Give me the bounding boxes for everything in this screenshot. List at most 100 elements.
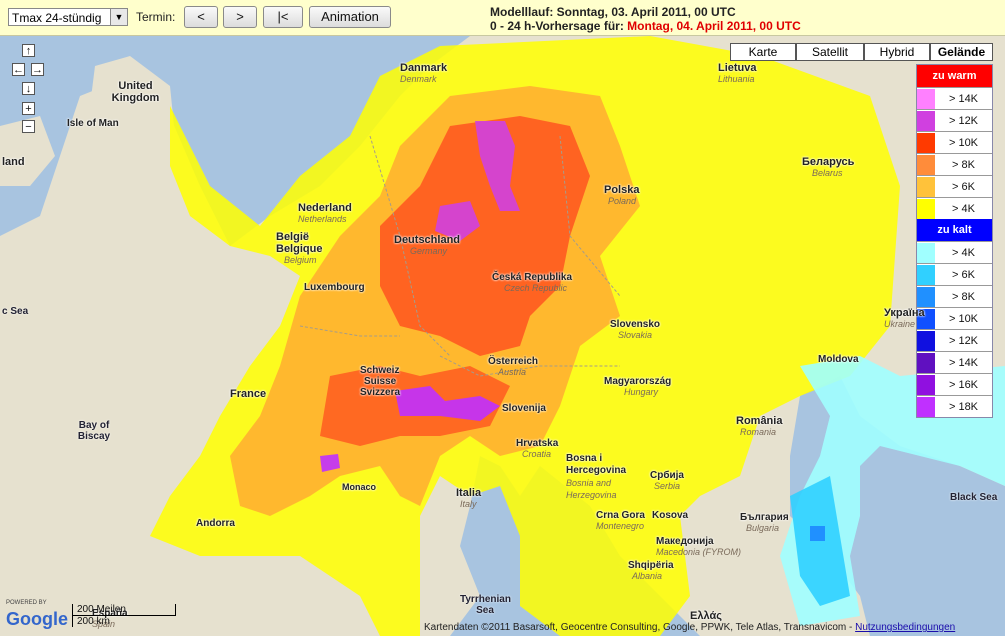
label-lietuva-sub: Lithuania [718, 74, 755, 84]
label-danmark-text: Danmark [400, 62, 448, 74]
label-srbija-text: Србија [650, 470, 684, 481]
cold-row: > 8K [917, 285, 992, 307]
label-bulgaria: България Bulgaria [740, 512, 789, 533]
label-deutschland: Deutschland Germany [394, 234, 460, 256]
chevron-down-icon[interactable]: ▼ [110, 9, 127, 25]
map-layer [0, 36, 1005, 636]
pan-left-icon[interactable]: ← [12, 63, 25, 76]
warm-row: > 4K [917, 197, 992, 219]
zoom-out-icon[interactable]: − [22, 120, 35, 133]
label-ukraine-text: Україна [884, 307, 925, 319]
label-shqiperia-text: Shqipëria [628, 560, 674, 571]
prev-button[interactable]: < [184, 6, 218, 28]
scale-miles: 200 Meilen [72, 604, 176, 616]
cold-label: > 12K [948, 334, 979, 347]
warm-row: > 12K [917, 109, 992, 131]
product-select[interactable]: Tmax 24-stündig ▼ [8, 8, 128, 26]
next-button[interactable]: > [223, 6, 257, 28]
label-nederland-text: Nederland [298, 202, 352, 214]
cold-label: > 4K [952, 246, 975, 259]
label-france: France [230, 388, 267, 400]
label-shqiperia: Shqipëria Albania [628, 560, 674, 581]
label-hrvatska: Hrvatska Croatia [516, 438, 558, 459]
label-belgique-text: Belgique [276, 243, 323, 255]
label-hrvatska-text: Hrvatska [516, 438, 559, 449]
pan-up-icon[interactable]: ↑ [22, 44, 35, 57]
label-makedonija-text: Македонија [656, 536, 714, 547]
terms-link[interactable]: Nutzungsbedingungen [855, 622, 955, 633]
label-belgie-text: België [276, 231, 310, 243]
cold-swatch [917, 242, 935, 263]
label-belarus: Беларусь Belarus [802, 156, 854, 178]
label-srbija: Србија Serbia [650, 470, 684, 491]
label-crna-gora-text: Crna Gora [596, 510, 645, 521]
cold-swatch [917, 396, 935, 417]
maptype-gelande[interactable]: Gelände [930, 43, 993, 61]
label-magyarorszag-text: Magyarország [604, 376, 672, 387]
animation-button[interactable]: Animation [309, 6, 391, 28]
label-bosnia-text: Bosna i Hercegovina [566, 453, 627, 476]
label-romania-sub: Romania [740, 427, 777, 437]
warm-swatch [917, 110, 935, 131]
zoom-in-icon[interactable]: + [22, 102, 35, 115]
maptype-hybrid[interactable]: Hybrid [864, 43, 930, 61]
warm-swatch [917, 88, 935, 109]
cold-row: > 6K [917, 263, 992, 285]
label-srbija-sub: Serbia [654, 481, 681, 491]
legend-warm-title: zu warm [917, 65, 992, 87]
cold-row: > 16K [917, 373, 992, 395]
label-montenegro-sub: Montenegro [596, 521, 645, 531]
label-nederland-sub: Netherlands [298, 214, 347, 224]
google-logo[interactable]: Google [6, 609, 68, 630]
maptype-karte[interactable]: Karte [730, 43, 796, 61]
warm-label: > 4K [952, 202, 975, 215]
label-ireland: land [2, 156, 25, 168]
map-canvas[interactable]: ↑ ← → ↓ + − Karte Satellit Hybrid Geländ… [0, 36, 1005, 636]
blue-field-deep [810, 526, 825, 541]
label-danmark: Danmark Denmark [400, 62, 447, 84]
scale-km: 200 km [72, 616, 147, 627]
cold-swatch [917, 374, 935, 395]
label-lietuva-text: Lietuva [718, 62, 757, 74]
label-osterreich-sub: Austria [498, 367, 527, 377]
label-belgium-sub: Belgium [284, 255, 317, 265]
label-hrvatska-sub: Croatia [522, 449, 552, 459]
cold-label: > 16K [948, 378, 979, 391]
label-kosova: Kosova [652, 510, 689, 521]
label-biscay: Bay of Biscay [77, 420, 111, 442]
label-andorra: Andorra [196, 518, 235, 529]
label-slovensko-text: Slovensko [610, 319, 661, 330]
run-info: Modelllauf: Sonntag, 03. April 2011, 00 … [490, 5, 801, 33]
warm-row: > 6K [917, 175, 992, 197]
label-bulgaria-sub: Bulgaria [746, 523, 780, 533]
label-romania-text: România [736, 415, 783, 427]
label-shqiperia-sub: Albania [632, 571, 663, 581]
label-deutschland-text: Deutschland [394, 234, 461, 246]
label-uk-text: United Kingdom [111, 80, 160, 104]
label-ukraine: Україна Ukraine [884, 307, 925, 329]
pan-down-icon[interactable]: ↓ [22, 82, 35, 95]
label-bulgaria-text: България [740, 512, 789, 523]
legend: zu warm > 14K > 12K > 10K > 8K > 6K > 4K zu k… [916, 64, 993, 418]
cold-swatch [917, 330, 935, 351]
label-switzerland: Schweiz Suisse Svizzera [360, 365, 400, 398]
label-slovensko-sub: Slovakia [618, 330, 653, 340]
warm-swatch [917, 132, 935, 153]
forecast-prefix: 0 - 24 h-Vorhersage für: [490, 19, 628, 33]
label-slovensko: Slovensko Slovakia [610, 319, 660, 340]
warm-label: > 8K [952, 158, 975, 171]
label-polska-sub: Poland [608, 196, 637, 206]
label-crna-gora: Crna Gora Montenegro [596, 510, 645, 531]
pan-right-icon[interactable]: → [31, 63, 44, 76]
cold-label: > 18K [948, 400, 979, 413]
label-bosnia-sub: Bosnia and Herzegovina [566, 478, 617, 500]
label-osterreich-text: Österreich [488, 356, 539, 367]
label-makedonija: Македонија Macedonia (FYROM) [656, 536, 741, 557]
first-button[interactable]: |< [263, 6, 303, 28]
cold-label: > 6K [952, 268, 975, 281]
maptype-satellit[interactable]: Satellit [796, 43, 864, 61]
forecast-date: Montag, 04. April 2011, 00 UTC [627, 19, 801, 33]
cold-row: > 10K [917, 307, 992, 329]
cold-swatch [917, 264, 935, 285]
label-polska-text: Polska [604, 184, 640, 196]
